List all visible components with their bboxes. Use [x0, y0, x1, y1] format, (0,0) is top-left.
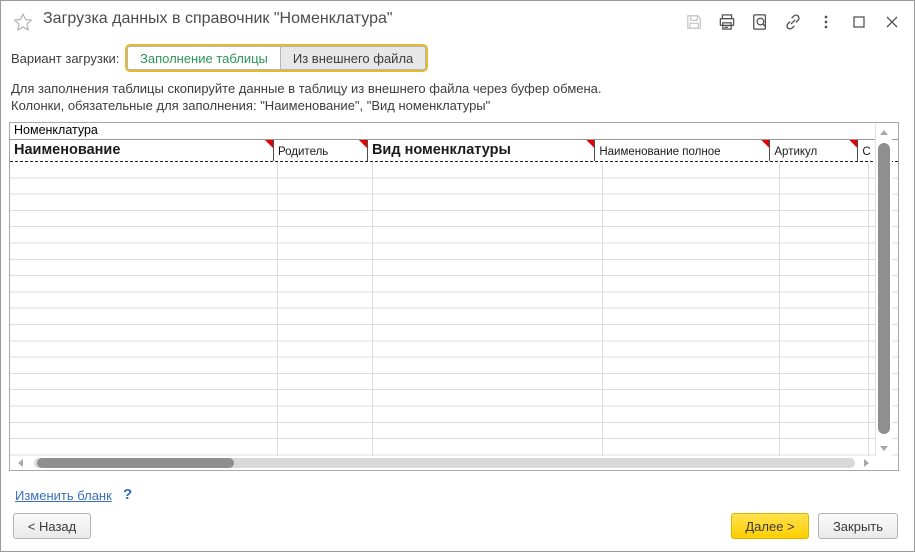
dialog-window: Загрузка данных в справочник "Номенклату… — [0, 0, 915, 552]
title-bar: Загрузка данных в справочник "Номенклату… — [1, 1, 914, 41]
print-icon[interactable] — [717, 12, 737, 32]
close-icon[interactable] — [882, 12, 902, 32]
page-title: Загрузка данных в справочник "Номенклату… — [43, 10, 393, 28]
grid-column-line — [868, 162, 869, 456]
table-group-header[interactable]: Номенклатура — [10, 123, 898, 140]
column-header[interactable]: Вид номенклатуры — [368, 140, 595, 161]
nomenclature-spreadsheet[interactable]: Номенклатура Наименование Родитель Вид ном… — [9, 122, 899, 471]
note-corner-marker — [849, 140, 857, 148]
scroll-up-arrow-icon[interactable] — [880, 130, 888, 135]
table-header-row: Наименование Родитель Вид номенклатуры Наим… — [10, 140, 898, 162]
get-link-icon[interactable] — [783, 12, 803, 32]
load-variant-label: Вариант загрузки: — [11, 51, 119, 66]
help-icon[interactable]: ? — [123, 486, 132, 503]
column-header[interactable]: Наименование полное — [595, 140, 770, 161]
window-toolbar — [684, 12, 902, 32]
note-corner-marker — [359, 140, 367, 148]
horizontal-scrollbar-thumb[interactable] — [37, 458, 234, 468]
note-corner-marker — [265, 140, 273, 148]
hint-line-1: Для заполнения таблицы скопируйте данные… — [11, 81, 602, 96]
column-header-label: Артикул — [774, 146, 817, 158]
hint-line-2: Колонки, обязательные для заполнения: "Н… — [11, 98, 490, 113]
print-preview-icon[interactable] — [750, 12, 770, 32]
column-header[interactable]: Артикул — [770, 140, 858, 161]
scroll-down-arrow-icon[interactable] — [880, 446, 888, 451]
close-button[interactable]: Закрыть — [818, 513, 898, 539]
load-variant-switch: Заполнение таблицы Из внешнего файла — [125, 44, 428, 72]
vertical-scrollbar[interactable] — [875, 123, 892, 456]
scroll-right-arrow-icon[interactable] — [864, 459, 869, 467]
column-header-label: Вид номенклатуры — [372, 142, 511, 158]
vertical-scrollbar-thumb[interactable] — [878, 143, 890, 434]
note-corner-marker — [761, 140, 769, 148]
horizontal-scrollbar[interactable] — [10, 456, 873, 470]
edit-form-link[interactable]: Изменить бланк — [15, 488, 112, 503]
column-header[interactable]: Родитель — [274, 140, 368, 161]
favorite-star-icon[interactable] — [12, 11, 34, 33]
table-body-grid[interactable] — [10, 162, 898, 456]
grid-column-line — [602, 162, 603, 456]
back-button[interactable]: < Назад — [13, 513, 91, 539]
save-icon[interactable] — [684, 12, 704, 32]
column-header[interactable]: Наименование — [10, 140, 274, 161]
grid-column-line — [372, 162, 373, 456]
column-header-label: Наименование — [14, 142, 120, 158]
column-header-label: Родитель — [278, 146, 328, 158]
column-header-label: Наименование полное — [599, 146, 720, 158]
more-menu-icon[interactable] — [816, 12, 836, 32]
tab-fill-table[interactable]: Заполнение таблицы — [127, 46, 281, 70]
next-button[interactable]: Далее > — [731, 513, 809, 539]
maximize-icon[interactable] — [849, 12, 869, 32]
column-header-label: С — [862, 146, 870, 158]
tab-from-external-file[interactable]: Из внешнего файла — [281, 46, 426, 70]
note-corner-marker — [586, 140, 594, 148]
scroll-left-arrow-icon[interactable] — [18, 459, 23, 467]
grid-column-line — [779, 162, 780, 456]
grid-column-line — [277, 162, 278, 456]
